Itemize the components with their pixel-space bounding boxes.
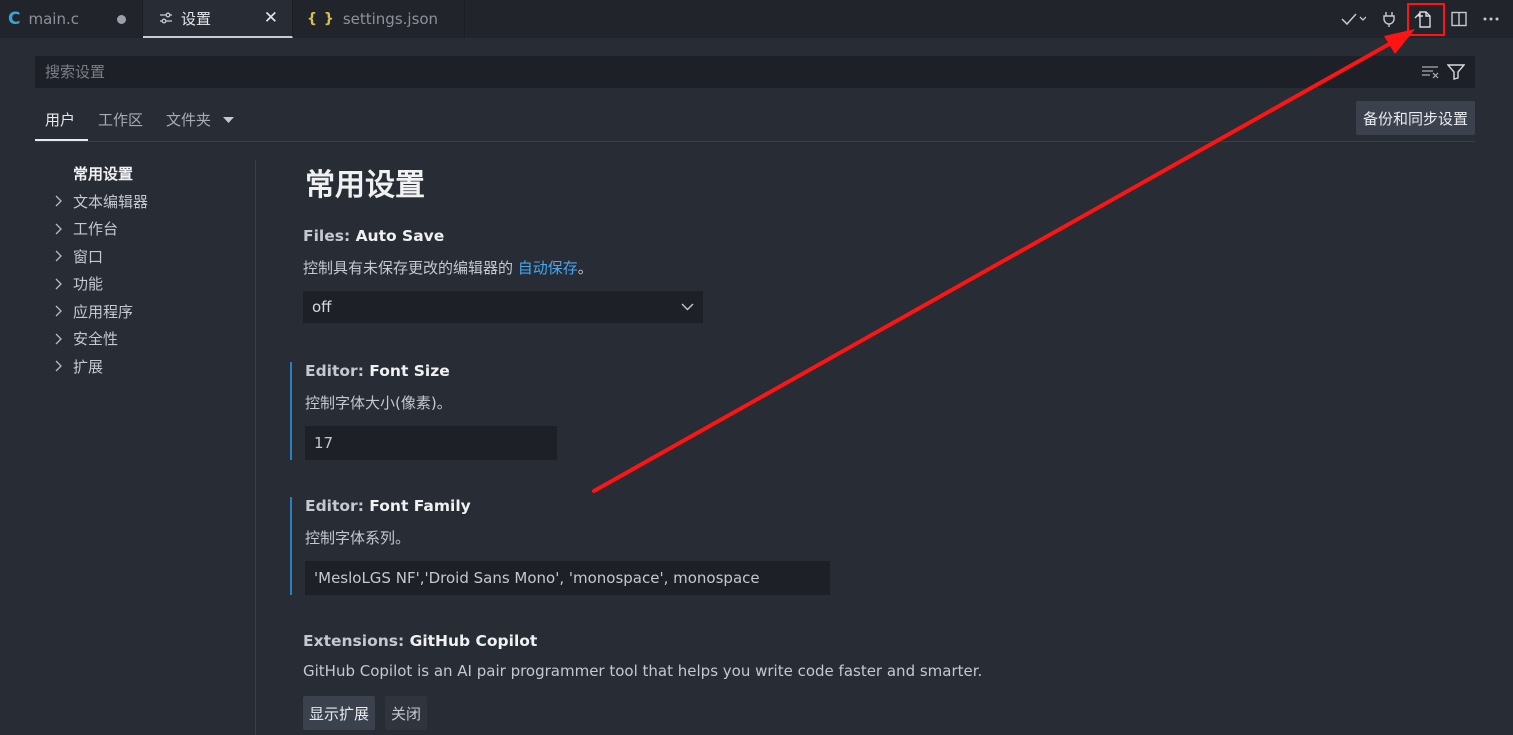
chevron-right-icon: [50, 223, 73, 235]
toc-item-extensions[interactable]: 扩展: [50, 353, 255, 381]
toc-item-application[interactable]: 应用程序: [50, 298, 255, 326]
toc-item-label: 安全性: [73, 330, 119, 349]
close-icon[interactable]: ✕: [264, 8, 278, 28]
select-value: off: [312, 298, 332, 316]
check-dropdown-button[interactable]: [1333, 0, 1373, 38]
setting-category: Extensions:: [303, 632, 410, 650]
toc-item-workbench[interactable]: 工作台: [50, 215, 255, 243]
section-title: 常用设置: [305, 168, 425, 203]
toc-item-window[interactable]: 窗口: [50, 243, 255, 271]
auto-save-select[interactable]: off: [303, 291, 703, 323]
toc-item-security[interactable]: 安全性: [50, 325, 255, 353]
open-settings-json-icon: [1414, 11, 1431, 28]
tab-label: settings.json: [342, 10, 439, 28]
setting-description: 控制具有未保存更改的编辑器的 自动保存。: [303, 257, 703, 279]
setting-category: Editor:: [305, 497, 370, 515]
setting-description: 控制字体系列。: [305, 529, 411, 547]
plug-button[interactable]: [1373, 0, 1405, 38]
setting-title: Editor: Font Size: [305, 362, 557, 386]
setting-category: Editor:: [305, 362, 370, 380]
setting-name: GitHub Copilot: [409, 632, 538, 650]
setting-name: Auto Save: [355, 227, 445, 245]
chevron-right-icon: [50, 360, 73, 372]
more-actions-button[interactable]: [1475, 0, 1507, 38]
toc-item-label: 文本编辑器: [73, 192, 149, 211]
toc-item-label: 应用程序: [73, 302, 134, 321]
settings-scope-tabs: 用户 工作区 文件夹 备份和同步设置: [35, 100, 1475, 142]
chevron-right-icon: [50, 278, 73, 290]
caret-down-icon: [223, 116, 235, 123]
toc-item-label: 窗口: [73, 247, 104, 266]
tab-folder-label: 文件夹: [166, 111, 212, 129]
toc-item-label: 扩展: [73, 357, 104, 376]
setting-font-size: Editor: Font Size 控制字体大小(像素)。 17: [290, 362, 557, 460]
toc-item-text-editor[interactable]: 文本编辑器: [50, 188, 255, 216]
setting-title: Editor: Font Family: [305, 497, 830, 521]
search-input[interactable]: [45, 63, 1413, 81]
tab-label: 设置: [181, 9, 212, 28]
font-family-input[interactable]: 'MesloLGS NF','Droid Sans Mono', 'monosp…: [305, 561, 830, 595]
check-icon: [1341, 13, 1366, 26]
filter-icon[interactable]: [1447, 64, 1465, 80]
settings-search: [35, 56, 1475, 88]
more-icon: [1483, 17, 1499, 21]
tab-workspace[interactable]: 工作区: [98, 109, 143, 130]
copilot-actions: 显示扩展 关闭: [303, 696, 982, 730]
chevron-right-icon: [50, 250, 73, 262]
dismiss-button[interactable]: 关闭: [385, 696, 428, 730]
settings-sliders-icon: [159, 11, 173, 25]
font-size-input[interactable]: 17: [305, 426, 557, 460]
tab-settings[interactable]: 设置 ✕: [143, 0, 293, 38]
setting-name: Font Size: [369, 362, 450, 380]
open-settings-json-button[interactable]: [1405, 0, 1445, 38]
split-editor-icon: [1451, 11, 1467, 27]
json-braces-icon: { }: [307, 11, 335, 27]
setting-category: Files:: [303, 227, 356, 245]
setting-title: Extensions: GitHub Copilot: [303, 632, 982, 656]
tab-main-c[interactable]: C main.c: [0, 0, 143, 38]
tab-label: main.c: [28, 10, 79, 28]
toc-item-label: 常用设置: [73, 165, 134, 184]
tab-folder[interactable]: 文件夹: [166, 109, 235, 130]
tab-settings-json[interactable]: { } settings.json: [293, 0, 465, 38]
chevron-right-icon: [50, 305, 73, 317]
plug-icon: [1383, 12, 1395, 27]
setting-description: 控制字体大小(像素)。: [305, 394, 452, 412]
c-language-icon: C: [8, 9, 21, 29]
chevron-down-icon: [681, 303, 694, 311]
settings-toc: 常用设置 文本编辑器 工作台 窗口 功能 应用程序 安全性 扩展: [50, 160, 255, 380]
toc-item-features[interactable]: 功能: [50, 270, 255, 298]
auto-save-link[interactable]: 自动保存: [518, 259, 578, 277]
clear-filter-icon[interactable]: [1421, 65, 1439, 79]
setting-github-copilot: Extensions: GitHub Copilot GitHub Copilo…: [290, 632, 982, 730]
chevron-right-icon: [50, 195, 73, 207]
chevron-right-icon: [50, 333, 73, 345]
active-tab-indicator: [35, 139, 88, 141]
setting-title: Files: Auto Save: [303, 227, 703, 251]
show-extension-button[interactable]: 显示扩展: [303, 696, 376, 730]
setting-font-family: Editor: Font Family 控制字体系列。 'MesloLGS NF…: [290, 497, 830, 595]
editor-tab-bar: C main.c 设置 ✕ { } settings.json: [0, 0, 1513, 38]
setting-description: GitHub Copilot is an AI pair programmer …: [303, 662, 983, 680]
toc-item-common[interactable]: 常用设置: [50, 160, 255, 188]
desc-text: 。: [577, 259, 593, 277]
split-editor-button[interactable]: [1443, 0, 1475, 38]
toc-item-label: 功能: [73, 275, 104, 294]
toc-divider: [255, 160, 256, 735]
backup-sync-button[interactable]: 备份和同步设置: [1355, 101, 1475, 135]
editor-actions: [1333, 0, 1513, 38]
tab-user[interactable]: 用户: [45, 109, 75, 130]
unsaved-dot-icon[interactable]: [117, 14, 126, 24]
desc-text: 控制具有未保存更改的编辑器的: [303, 259, 518, 277]
toc-item-label: 工作台: [73, 220, 119, 239]
setting-name: Font Family: [369, 497, 471, 515]
setting-auto-save: Files: Auto Save 控制具有未保存更改的编辑器的 自动保存。 of…: [290, 227, 703, 323]
